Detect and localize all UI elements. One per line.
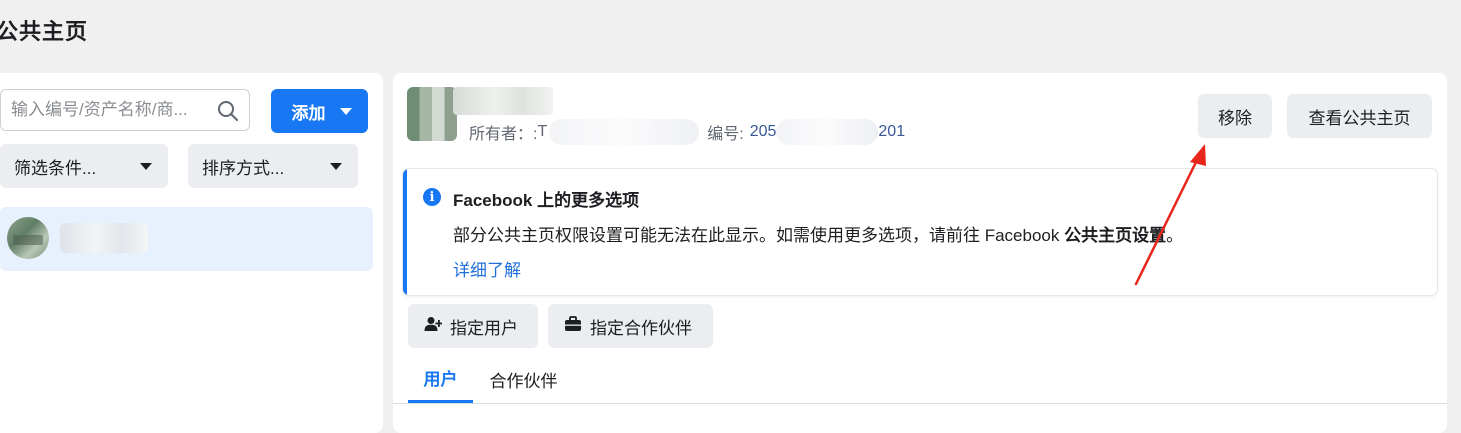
assign-partner-button[interactable]: 指定合作伙伴 [548, 304, 713, 348]
search-box[interactable] [0, 89, 250, 131]
sort-dropdown[interactable]: 排序方式... [188, 144, 358, 188]
search-input[interactable] [1, 90, 221, 130]
info-title: Facebook 上的更多选项 [453, 191, 640, 210]
owner-label: 所有者：: [469, 126, 538, 143]
sort-label: 排序方式... [202, 158, 285, 178]
add-user-icon [424, 316, 443, 337]
id-prefix: 205 [749, 123, 777, 140]
view-page-button[interactable]: 查看公共主页 [1287, 94, 1432, 138]
redacted-page-name [60, 223, 148, 253]
assign-partner-label: 指定合作伙伴 [590, 318, 692, 338]
page-meta: 所有者：: T 编号: 205 201 [469, 119, 905, 145]
info-icon: i [423, 188, 441, 206]
id-label: 编号: [707, 126, 744, 143]
avatar [7, 217, 49, 259]
search-icon[interactable] [217, 100, 239, 127]
info-body-text: 部分公共主页权限设置可能无法在此显示。如需使用更多选项，请前往 Facebook [453, 226, 1065, 245]
add-button-label: 添加 [291, 103, 326, 123]
tab-partners[interactable]: 合作伙伴 [481, 355, 566, 403]
redacted-owner [549, 119, 700, 145]
assign-user-label: 指定用户 [450, 318, 518, 338]
owner-visible-char: T [537, 123, 548, 140]
id-suffix: 201 [878, 123, 906, 140]
tab-users[interactable]: 用户 [408, 355, 473, 403]
filter-dropdown[interactable]: 筛选条件... [0, 144, 168, 188]
list-item-selected-page[interactable] [0, 207, 373, 271]
asset-detail-panel: 所有者：: T 编号: 205 201 移除 查看公共主页 i Facebook… [393, 73, 1447, 433]
caret-down-icon [339, 107, 352, 115]
info-body: 部分公共主页权限设置可能无法在此显示。如需使用更多选项，请前往 Facebook… [453, 221, 1183, 246]
caret-down-icon [330, 162, 342, 170]
remove-button[interactable]: 移除 [1198, 94, 1272, 138]
page-avatar [407, 87, 457, 141]
tab-divider [393, 403, 1447, 404]
page-title: 公共主页 [0, 19, 89, 44]
briefcase-icon [564, 315, 582, 337]
filter-label: 筛选条件... [14, 158, 97, 178]
learn-more-link[interactable]: 详细了解 [453, 256, 521, 281]
redacted-id [776, 119, 879, 145]
annotation-arrow-icon [1134, 144, 1206, 286]
info-banner: i Facebook 上的更多选项 部分公共主页权限设置可能无法在此显示。如需使… [403, 169, 1437, 295]
caret-down-icon [140, 162, 152, 170]
redacted-page-title [453, 87, 553, 115]
asset-list-panel: 添加 筛选条件... 排序方式... [0, 73, 383, 433]
assign-user-button[interactable]: 指定用户 [408, 304, 538, 348]
add-button[interactable]: 添加 [271, 89, 368, 133]
